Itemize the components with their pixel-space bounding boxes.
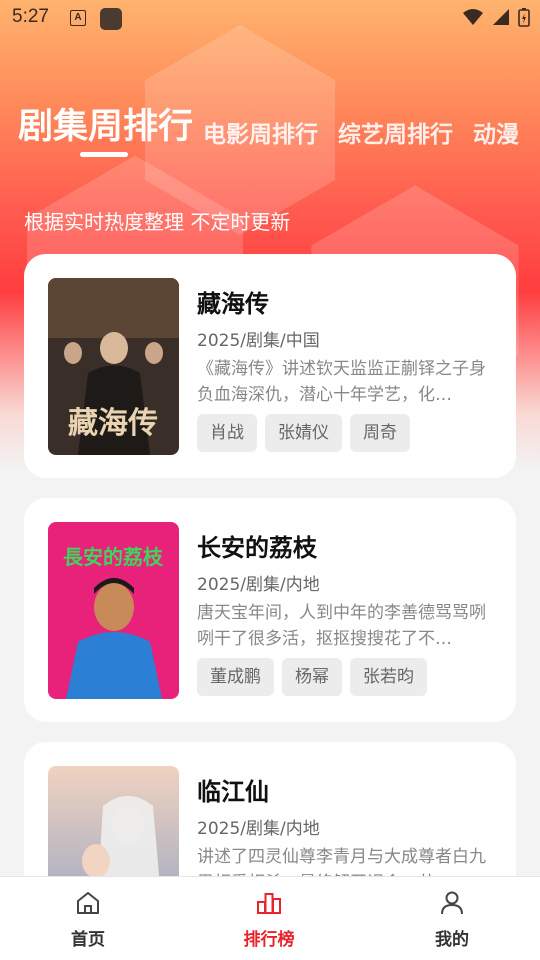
actor-tag[interactable]: 肖战 [197, 414, 257, 452]
ranking-subtitle: 根据实时热度整理 不定时更新 [24, 210, 291, 234]
actor-tag[interactable]: 张婧仪 [265, 414, 342, 452]
poster-image [48, 766, 179, 876]
keyboard-indicator-icon: A [70, 10, 86, 26]
item-title: 长安的荔枝 [197, 534, 317, 562]
poster-image: 藏海传 [48, 278, 179, 455]
list-item[interactable]: 藏海传 藏海传 2025/剧集/中国 《藏海传》讲述钦天监监正蒯铎之子身负血海深… [24, 254, 516, 478]
poster-title-text: 長安的荔枝 [63, 545, 164, 569]
poster-image: 長安的荔枝 [48, 522, 179, 699]
bottom-nav: 首页 排行榜 我的 [0, 876, 540, 960]
item-title: 临江仙 [197, 778, 269, 806]
list-item[interactable]: 長安的荔枝 长安的荔枝 2025/剧集/内地 唐天宝年间，人到中年的李善德骂骂咧… [24, 498, 516, 722]
nav-profile-label: 我的 [435, 930, 469, 950]
actor-tag[interactable]: 董成鹏 [197, 658, 274, 696]
home-icon [77, 892, 99, 914]
ranking-icon [257, 893, 281, 914]
wifi-icon [463, 9, 483, 25]
item-meta: 2025/剧集/中国 [197, 331, 320, 351]
signal-icon [493, 9, 509, 25]
item-title: 藏海传 [197, 290, 269, 318]
status-time: 5:27 [12, 6, 49, 27]
tab-movie-weekly[interactable]: 电影周排行 [203, 115, 318, 149]
nav-home-label: 首页 [71, 930, 105, 950]
tab-variety-weekly[interactable]: 综艺周排行 [338, 115, 453, 149]
user-icon [441, 891, 463, 915]
battery-icon [518, 8, 530, 27]
ranking-tabs: 剧集周排行 电影周排行 综艺周排行 动漫 [18, 98, 540, 158]
status-bar: 5:27 A [0, 0, 540, 36]
actor-tag[interactable]: 杨幂 [282, 658, 342, 696]
item-meta: 2025/剧集/内地 [197, 575, 320, 595]
actor-tag[interactable]: 张若昀 [350, 658, 427, 696]
nav-ranking-label: 排行榜 [243, 930, 295, 950]
item-meta: 2025/剧集/内地 [197, 819, 320, 839]
list-item[interactable]: 临江仙 2025/剧集/内地 讲述了四灵仙尊李青月与大成尊者白九思相爱相杀，最终… [24, 742, 516, 876]
ranking-list[interactable]: 藏海传 藏海传 2025/剧集/中国 《藏海传》讲述钦天监监正蒯铎之子身负血海深… [24, 254, 516, 876]
tab-anime[interactable]: 动漫 [473, 115, 519, 149]
nav-ranking[interactable]: 排行榜 [214, 889, 324, 950]
nav-profile[interactable]: 我的 [397, 889, 507, 950]
notification-icon [100, 8, 122, 30]
item-description: 唐天宝年间，人到中年的李善德骂骂咧咧干了很多活，抠抠搜搜花了不… [197, 603, 486, 649]
item-description: 讲述了四灵仙尊李青月与大成尊者白九思相爱相杀，最终解开误会，共… [197, 847, 486, 876]
tab-indicator [80, 152, 128, 157]
nav-home[interactable]: 首页 [33, 889, 143, 950]
poster-title-text: 藏海传 [68, 406, 158, 441]
tab-tv-weekly[interactable]: 剧集周排行 [18, 98, 193, 149]
actor-tag[interactable]: 周奇 [350, 414, 410, 452]
item-description: 《藏海传》讲述钦天监监正蒯铎之子身负血海深仇，潜心十年学艺，化… [197, 359, 486, 405]
